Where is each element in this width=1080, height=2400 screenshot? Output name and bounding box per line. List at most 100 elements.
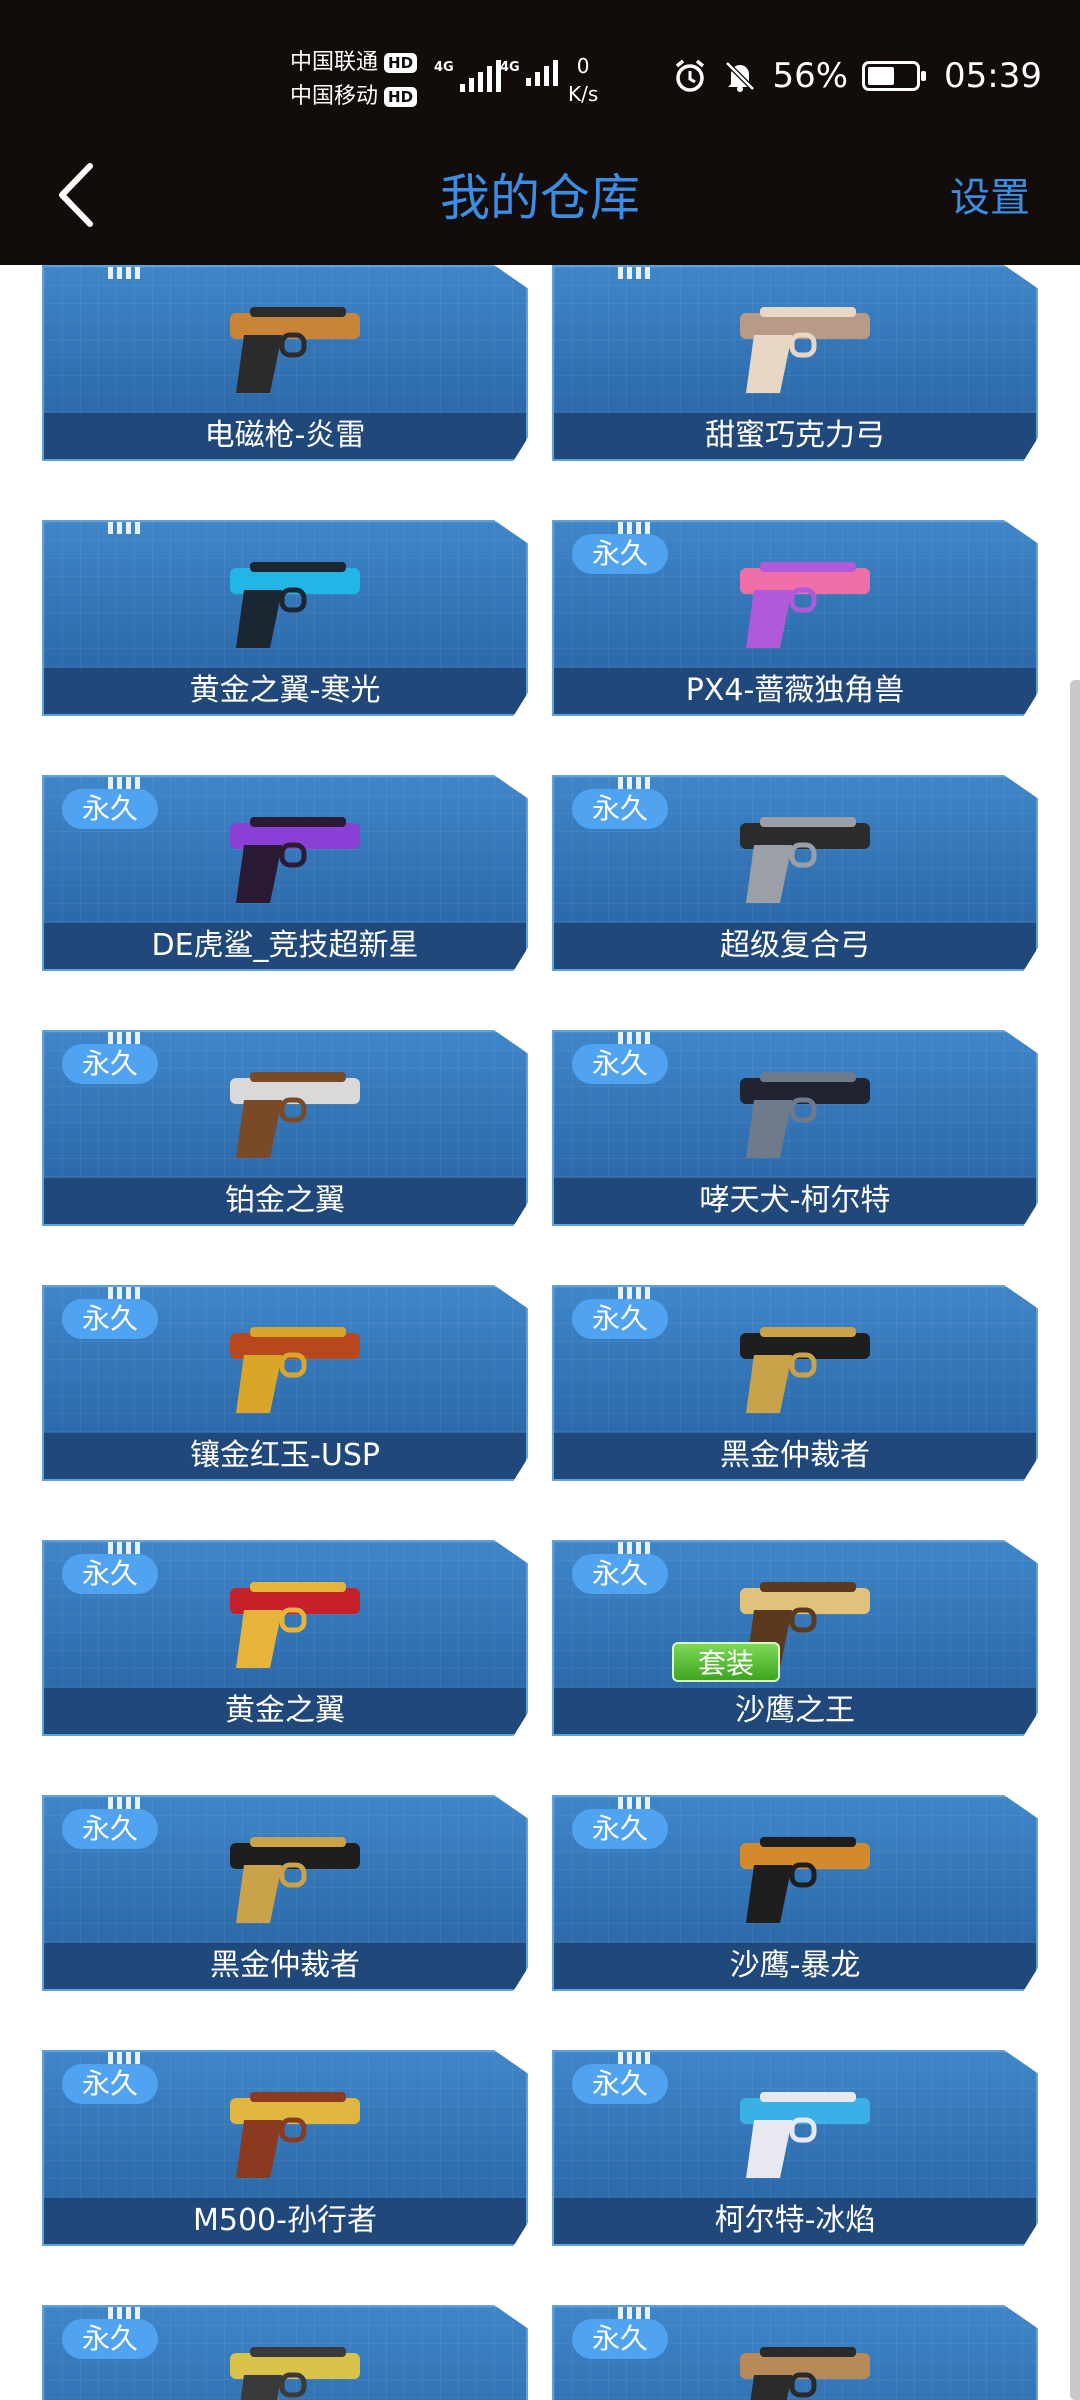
permanent-tag: 永久	[62, 1299, 159, 1339]
weapon-icon	[230, 307, 360, 393]
weapon-card[interactable]: 永久 M500-孙行者	[42, 2050, 528, 2246]
weapon-name: M500-孙行者	[193, 2203, 377, 2238]
weapon-name: 超级复合弓	[720, 928, 870, 963]
card-notch	[618, 1797, 652, 1809]
permanent-tag: 永久	[572, 1044, 669, 1084]
permanent-tag: 永久	[62, 1809, 159, 1849]
weapon-icon	[740, 562, 870, 648]
weapon-name: PX4-蔷薇独角兽	[685, 673, 905, 708]
status-bar: 中国联通 HD 中国移动 HD 4G 4G 0 K/s 56% 05:39	[0, 0, 1080, 160]
card-notch	[108, 1797, 142, 1809]
weapon-card[interactable]: 永久	[42, 2305, 528, 2400]
weapon-card[interactable]: 永久 DE虎鲨_竞技超新星	[42, 775, 528, 971]
weapon-icon	[740, 1327, 870, 1413]
inventory-grid: 电磁枪-炎雷 甜蜜巧克力弓 黄金之翼-寒光 永久 PX4-蔷薇独角兽 永久 DE…	[42, 265, 1038, 2400]
alarm-icon	[676, 59, 705, 92]
card-notch	[618, 2307, 652, 2319]
weapon-icon	[740, 1837, 870, 1923]
weapon-icon	[230, 1327, 360, 1413]
hd-badge-1: HD	[384, 53, 418, 73]
card-notch	[618, 2052, 652, 2064]
permanent-tag: 永久	[62, 789, 159, 829]
weapon-card[interactable]: 黄金之翼-寒光	[42, 520, 528, 716]
weapon-icon	[230, 562, 360, 648]
weapon-card[interactable]: 永久 哮天犬-柯尔特	[552, 1030, 1038, 1226]
weapon-name: 黄金之翼	[225, 1693, 345, 1728]
permanent-tag: 永久	[572, 1554, 669, 1594]
permanent-tag: 永久	[572, 1299, 669, 1339]
weapon-card[interactable]: 永久 PX4-蔷薇独角兽	[552, 520, 1038, 716]
hd-badge-2: HD	[384, 87, 418, 107]
permanent-tag: 永久	[62, 1554, 159, 1594]
inventory-list[interactable]: 电磁枪-炎雷 甜蜜巧克力弓 黄金之翼-寒光 永久 PX4-蔷薇独角兽 永久 DE…	[0, 265, 1080, 2400]
weapon-icon	[230, 1582, 360, 1668]
weapon-icon	[740, 307, 870, 393]
card-notch	[108, 267, 142, 279]
weapon-icon	[740, 2092, 870, 2178]
settings-button[interactable]: 设置	[950, 168, 1030, 228]
card-notch	[618, 1032, 652, 1044]
weapon-name: 黑金仲裁者	[210, 1948, 360, 1983]
page-title: 我的仓库	[440, 169, 640, 227]
battery-percent: 56%	[772, 56, 849, 96]
permanent-tag: 永久	[572, 1809, 669, 1849]
card-notch	[618, 522, 652, 534]
card-notch	[108, 1542, 142, 1554]
weapon-name: 铂金之翼	[225, 1183, 345, 1218]
weapon-name: 沙鹰之王	[735, 1693, 855, 1728]
signal-icon-2: 4G	[500, 60, 558, 86]
card-notch	[108, 1287, 142, 1299]
card-notch	[108, 2052, 142, 2064]
weapon-name: 柯尔特-冰焰	[714, 2203, 876, 2238]
weapon-icon	[230, 2347, 360, 2400]
permanent-tag: 永久	[572, 2064, 669, 2104]
weapon-card[interactable]: 永久 铂金之翼	[42, 1030, 528, 1226]
weapon-icon	[230, 817, 360, 903]
card-notch	[618, 267, 652, 279]
card-notch	[618, 1287, 652, 1299]
weapon-name: DE虎鲨_竞技超新星	[151, 928, 419, 963]
weapon-card[interactable]: 永久 黄金之翼	[42, 1540, 528, 1736]
weapon-icon	[230, 1837, 360, 1923]
weapon-card[interactable]: 永久 套装 沙鹰之王	[552, 1540, 1038, 1736]
battery-icon	[862, 61, 927, 91]
card-notch	[108, 2307, 142, 2319]
back-arrow-icon[interactable]	[48, 160, 118, 230]
weapon-icon	[230, 1072, 360, 1158]
permanent-tag: 永久	[572, 2319, 669, 2359]
weapon-card[interactable]: 永久 黑金仲裁者	[552, 1285, 1038, 1481]
weapon-card[interactable]: 永久 柯尔特-冰焰	[552, 2050, 1038, 2246]
clock: 05:39	[944, 56, 1042, 96]
weapon-icon	[740, 817, 870, 903]
weapon-icon	[740, 2347, 870, 2400]
carrier-1: 中国联通	[290, 50, 379, 75]
weapon-name: 沙鹰-暴龙	[729, 1948, 861, 1983]
card-notch	[108, 522, 142, 534]
weapon-card[interactable]: 电磁枪-炎雷	[42, 265, 528, 461]
card-notch	[618, 1542, 652, 1554]
weapon-name: 黄金之翼-寒光	[189, 673, 381, 708]
weapon-name: 黑金仲裁者	[720, 1438, 870, 1473]
network-speed: 0 K/s	[568, 54, 599, 106]
weapon-card[interactable]: 甜蜜巧克力弓	[552, 265, 1038, 461]
weapon-card[interactable]: 永久 沙鹰-暴龙	[552, 1795, 1038, 1991]
carrier-info: 中国联通 HD 中国移动 HD	[290, 46, 418, 114]
weapon-card[interactable]: 永久 黑金仲裁者	[42, 1795, 528, 1991]
weapon-card[interactable]: 永久 镶金红玉-USP	[42, 1285, 528, 1481]
weapon-card[interactable]: 永久 超级复合弓	[552, 775, 1038, 971]
status-right: 56% 05:39	[672, 56, 1042, 96]
weapon-name: 哮天犬-柯尔特	[699, 1183, 891, 1218]
permanent-tag: 永久	[62, 2064, 159, 2104]
card-notch	[108, 777, 142, 789]
weapon-card[interactable]: 永久	[552, 2305, 1038, 2400]
weapon-name: 甜蜜巧克力弓	[705, 418, 885, 453]
mute-bell-icon	[725, 61, 756, 92]
weapon-icon	[740, 1072, 870, 1158]
set-tag: 套装	[672, 1642, 781, 1682]
card-notch	[618, 777, 652, 789]
card-notch	[108, 1032, 142, 1044]
permanent-tag: 永久	[572, 789, 669, 829]
permanent-tag: 永久	[62, 1044, 159, 1084]
carrier-2: 中国移动	[290, 84, 379, 109]
scrollbar[interactable]	[1070, 680, 1080, 2400]
